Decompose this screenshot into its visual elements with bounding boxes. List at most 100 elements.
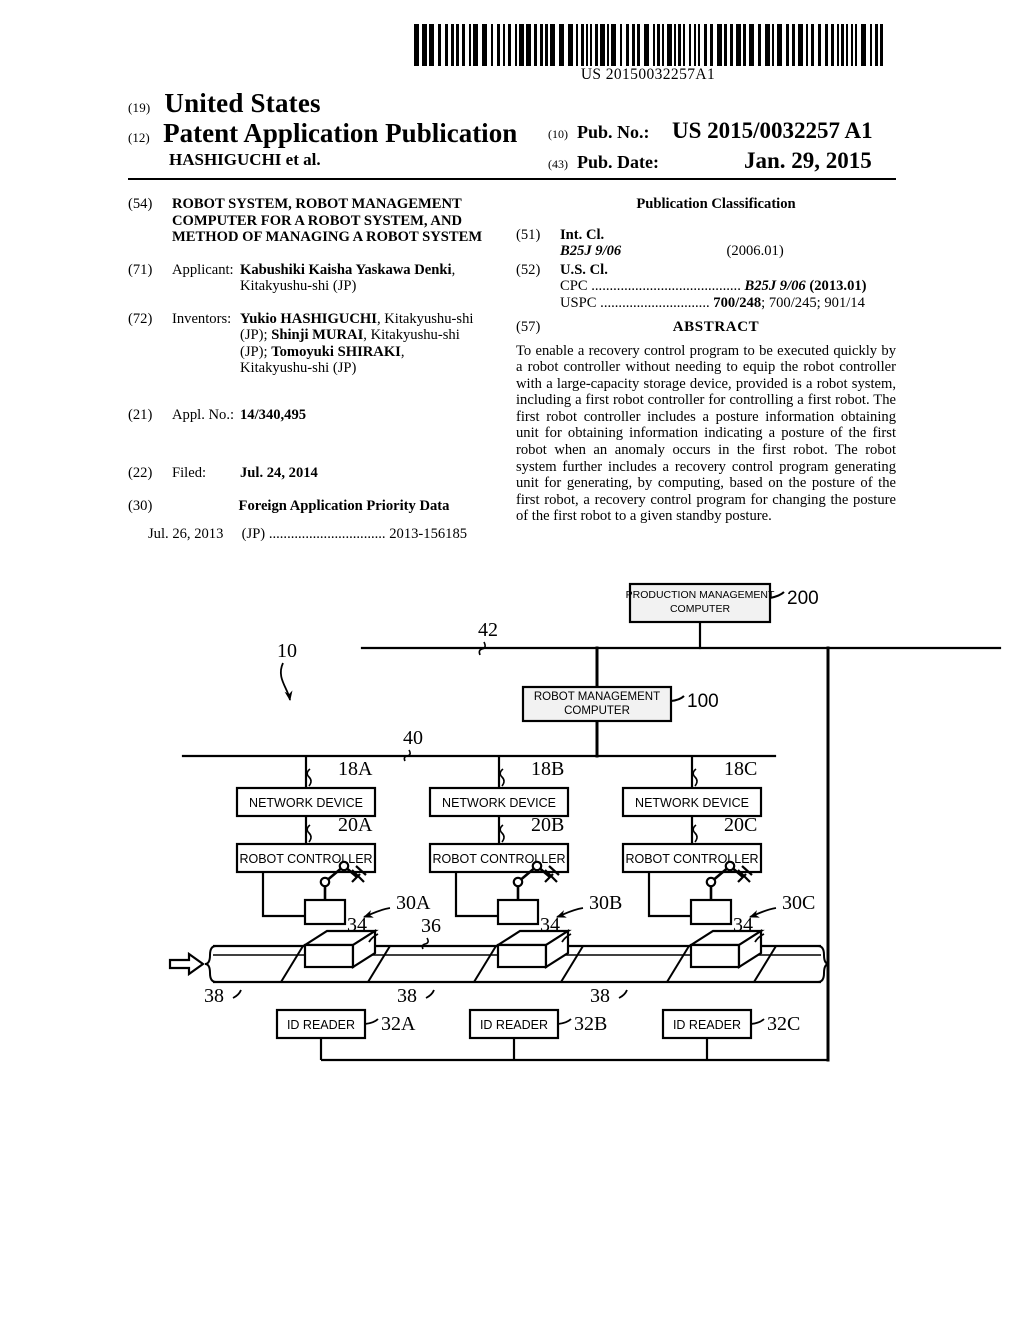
- leader-38-B: [425, 989, 435, 999]
- ref-30A: 30A: [396, 892, 431, 914]
- cpc-class: B25J 9/06: [744, 278, 806, 294]
- foreign-priority-dots: ................................: [268, 526, 386, 542]
- production-computer-line1: PRODUCTION MANAGEMENT: [626, 589, 775, 601]
- inventor-1-city: , Kitakyushu-shi: [376, 310, 474, 327]
- foreign-priority-date: Jul. 26, 2013: [148, 526, 224, 542]
- field-inventors-code: (72): [128, 310, 153, 327]
- abstract-heading: ABSTRACT: [672, 319, 760, 335]
- network-device-label-B: NETWORK DEVICE: [442, 796, 556, 810]
- field-applicant-code: (71): [128, 261, 153, 278]
- leader-36: [421, 937, 429, 950]
- barcode: [412, 24, 884, 66]
- ref-42: 42: [478, 619, 498, 641]
- leader-32C: [750, 1018, 765, 1025]
- field-abstract-code: (57): [516, 319, 541, 335]
- title-line-2: COMPUTER FOR A ROBOT SYSTEM, AND: [172, 212, 463, 229]
- uspc-primary: 700/248: [713, 294, 762, 311]
- ref-40: 40: [403, 727, 423, 749]
- pubdate-label-group: (43) Pub. Date:: [548, 152, 659, 173]
- cpc-dots: ........................................…: [591, 278, 741, 294]
- ref-36: 36: [421, 915, 441, 937]
- ref-30C: 30C: [782, 892, 815, 914]
- field-filed-code: (22): [128, 465, 153, 481]
- inventor-3-name: Tomoyuki SHIRAKI: [271, 343, 401, 360]
- leader-20B: [499, 824, 505, 843]
- inventor-2-city: , Kitakyushu-shi: [363, 327, 460, 343]
- field-inventors-label: Inventors:: [172, 310, 232, 327]
- conveyor-assembly: 34 34 34 36 38 38 38: [168, 914, 830, 1007]
- workpiece-B: [494, 928, 572, 970]
- leader-20A: [306, 824, 312, 843]
- doc-type-name: Patent Application Publication: [163, 118, 518, 148]
- robot-mgmt-computer-line1: ROBOT MANAGEMENT: [534, 691, 660, 703]
- foreign-priority-number: 2013-156185: [389, 526, 468, 542]
- foreign-priority-heading: Foreign Application Priority Data: [238, 497, 450, 514]
- int-cl-class: B25J 9/06: [560, 243, 622, 259]
- leader-38-C: [618, 989, 628, 999]
- workpiece-A: [301, 928, 379, 970]
- ref-20B: 20B: [531, 814, 564, 836]
- field-title: (54) ROBOT SYSTEM, ROBOT MANAGEMENT COMP…: [128, 196, 498, 246]
- ref-200: 200: [787, 588, 819, 609]
- workpiece-C: [687, 928, 765, 970]
- uspc-dots: ..............................: [600, 294, 710, 311]
- robot-controller-label-A: ROBOT CONTROLLER: [239, 852, 372, 866]
- ref-34-A: 34: [347, 914, 367, 936]
- field-title-code: (54): [128, 196, 153, 212]
- publication-classification-heading: Publication Classification: [636, 196, 796, 212]
- barcode-number-text: US 20150032257A1: [580, 66, 716, 83]
- cpc-version: (2013.01): [809, 278, 867, 294]
- authors-line: HASHIGUCHI et al.: [169, 150, 321, 169]
- field-appl-no-code: (21): [128, 406, 153, 423]
- uspc-row: USPC .............................. 700/…: [560, 295, 896, 312]
- applicant-name: Kabushiki Kaisha Yaskawa Denki: [240, 261, 452, 278]
- inventor-1-name: Yukio HASHIGUCHI: [240, 310, 377, 327]
- leader-30B: [556, 907, 584, 918]
- branch-C: NETWORK DEVICE 18C ROBOT CONTROLLER 20C: [621, 756, 815, 926]
- ref-18A: 18A: [338, 758, 373, 780]
- production-management-computer-box: PRODUCTION MANAGEMENT COMPUTER: [626, 582, 775, 624]
- field-us-cl-code: (52): [516, 261, 541, 278]
- field-int-cl-code: (51): [516, 226, 541, 243]
- applicant-name-line: Kabushiki Kaisha Yaskawa Denki,: [240, 262, 498, 279]
- link-rc-to-robot-A: [261, 872, 305, 918]
- robot-management-computer-box: ROBOT MANAGEMENT COMPUTER: [521, 685, 673, 723]
- leader-32A: [364, 1018, 379, 1025]
- ref-30B: 30B: [589, 892, 622, 914]
- inventor-2-name: Shinji MURAI: [271, 327, 364, 343]
- ref-10: 10: [277, 640, 297, 662]
- field-applicant: (71) Applicant: Kabushiki Kaisha Yaskawa…: [128, 262, 498, 295]
- pubno-value: US 2015/0032257 A1: [672, 118, 873, 143]
- ref-18C: 18C: [724, 758, 757, 780]
- foreign-priority-row: Jul. 26, 2013 (JP) .....................…: [148, 526, 498, 543]
- bibliographic-right-column: Publication Classification (51) Int. Cl.…: [516, 196, 896, 525]
- leader-100: [670, 695, 685, 702]
- conveyor-left-brace: [204, 945, 217, 983]
- inventor-line-3: (JP); Tomoyuki SHIRAKI,: [240, 344, 498, 361]
- int-cl-label: Int. Cl.: [560, 226, 605, 243]
- ref-32C: 32C: [767, 1013, 800, 1035]
- ref-34-B: 34: [540, 914, 560, 936]
- leader-18B: [499, 768, 505, 787]
- link-rc-to-robot-C: [647, 872, 691, 918]
- leader-38-A: [232, 989, 242, 999]
- field-foreign-priority-code: (30): [128, 497, 153, 514]
- ref-38-A: 38: [204, 985, 224, 1007]
- field-us-cl: (52) U.S. Cl. CPC ......................…: [516, 262, 896, 312]
- applicant-comma: ,: [451, 261, 456, 278]
- ref-38-B: 38: [397, 985, 417, 1007]
- ref-32A: 32A: [381, 1013, 416, 1035]
- field-appl-no: (21) Appl. No.: 14/340,495: [128, 407, 498, 424]
- leader-30C: [749, 907, 777, 918]
- bibliographic-left-column: (54) ROBOT SYSTEM, ROBOT MANAGEMENT COMP…: [128, 196, 498, 543]
- field-inventors: (72) Inventors: Yukio HASHIGUCHI, Kitaky…: [128, 311, 498, 377]
- id-reader-label-A: ID READER: [287, 1018, 355, 1032]
- pubdate-label: Pub. Date:: [577, 152, 659, 172]
- robot-mgmt-computer-line2: COMPUTER: [564, 705, 630, 717]
- ref-32B: 32B: [574, 1013, 607, 1035]
- cpc-row: CPC ....................................…: [560, 278, 896, 295]
- int-cl-row: B25J 9/06 (2006.01): [560, 243, 896, 260]
- inventor-2-country: (JP);: [240, 343, 272, 360]
- leader-18C: [692, 768, 698, 787]
- field-applicant-label: Applicant:: [172, 261, 234, 278]
